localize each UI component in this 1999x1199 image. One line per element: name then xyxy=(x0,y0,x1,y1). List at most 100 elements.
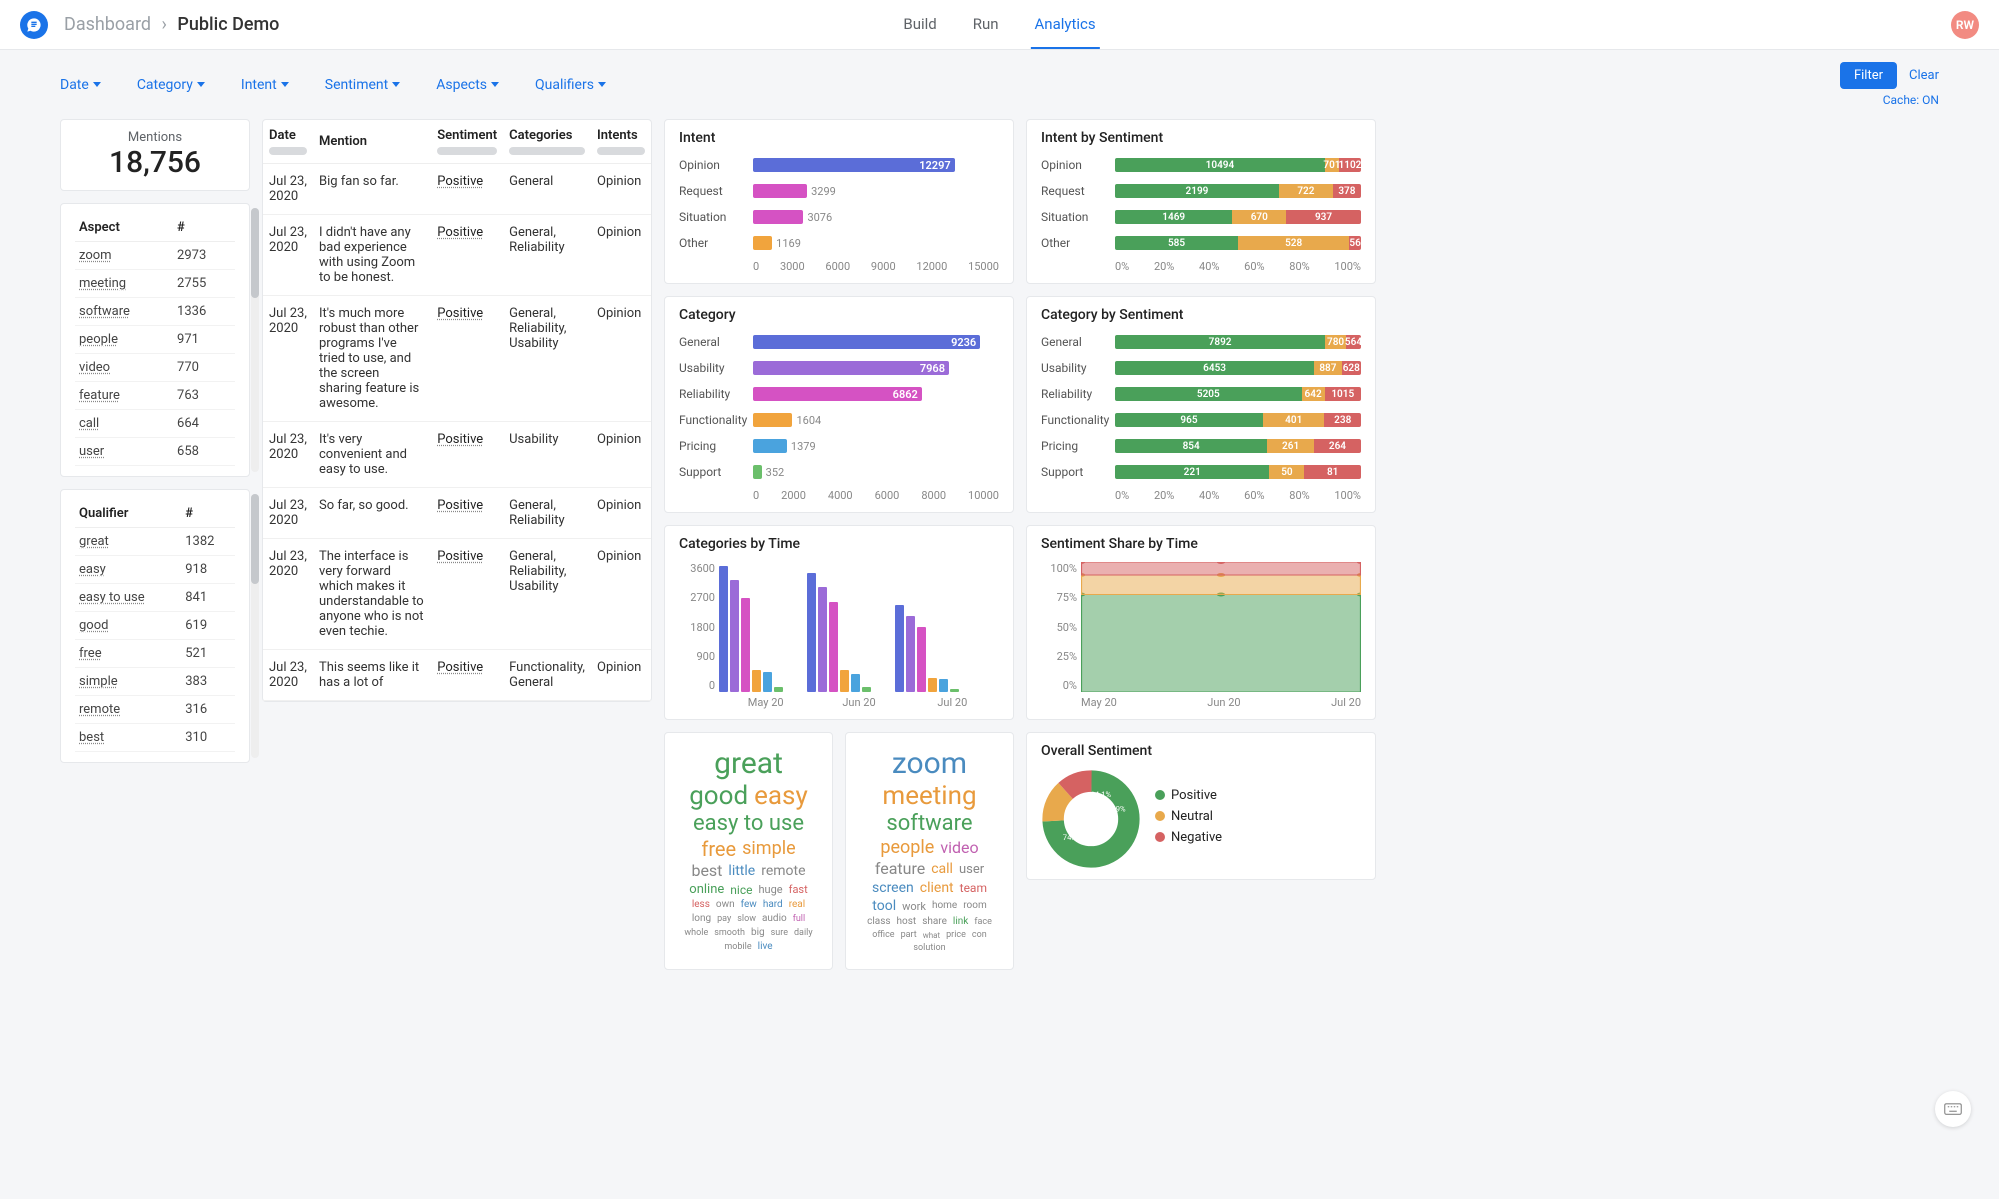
tab-run[interactable]: Run xyxy=(969,1,1003,49)
keyboard-shortcut-button[interactable] xyxy=(1935,1091,1971,1127)
wordcloud-word[interactable]: part xyxy=(901,931,917,940)
wordcloud-word[interactable]: face xyxy=(974,918,992,927)
wordcloud-word[interactable]: video xyxy=(940,840,978,856)
wordcloud-word[interactable]: screen xyxy=(872,881,914,895)
wordcloud-word[interactable]: mobile xyxy=(724,943,751,952)
table-row[interactable]: people971 xyxy=(75,326,235,354)
wordcloud-word[interactable]: user xyxy=(959,863,984,876)
table-row[interactable]: easy to use841 xyxy=(75,584,235,612)
table-row[interactable]: meeting2755 xyxy=(75,270,235,298)
wordcloud-word[interactable]: best xyxy=(691,863,722,879)
wordcloud-word[interactable]: real xyxy=(789,900,805,910)
col-sentiment[interactable]: Sentiment xyxy=(431,120,503,164)
wordcloud-word[interactable]: own xyxy=(716,900,735,910)
table-row[interactable]: Jul 23, 2020So far, so good.PositiveGene… xyxy=(263,488,651,539)
wordcloud-word[interactable]: simple xyxy=(742,840,795,858)
table-row[interactable]: feature763 xyxy=(75,382,235,410)
wordcloud-word[interactable]: client xyxy=(920,881,954,895)
wordcloud-word[interactable]: team xyxy=(960,882,987,894)
wordcloud-word[interactable]: what xyxy=(923,932,940,940)
wordcloud-word[interactable]: price xyxy=(946,931,966,940)
wordcloud-word[interactable]: audio xyxy=(762,914,787,924)
table-row[interactable]: free521 xyxy=(75,640,235,668)
table-row[interactable]: Jul 23, 2020I didn't have any bad experi… xyxy=(263,215,651,296)
wordcloud-word[interactable]: con xyxy=(972,931,987,940)
wordcloud-word[interactable]: class xyxy=(867,917,890,927)
wordcloud-word[interactable]: tool xyxy=(872,899,896,913)
wordcloud-word[interactable]: fast xyxy=(789,884,808,895)
wordcloud-word[interactable]: hard xyxy=(763,900,783,910)
wordcloud-word[interactable]: nice xyxy=(730,884,752,896)
avatar[interactable]: RW xyxy=(1951,11,1979,39)
wordcloud-word[interactable]: smooth xyxy=(714,929,745,938)
wordcloud-word[interactable]: easy to use xyxy=(693,813,804,835)
wordcloud-word[interactable]: little xyxy=(728,864,755,878)
wordcloud-word[interactable]: share xyxy=(922,917,947,927)
table-row[interactable]: video770 xyxy=(75,354,235,382)
table-row[interactable]: Jul 23, 2020This seems like it has a lot… xyxy=(263,650,651,701)
wordcloud-word[interactable]: sure xyxy=(771,929,788,938)
wordcloud-word[interactable]: solution xyxy=(913,944,945,953)
wordcloud-word[interactable]: home xyxy=(932,901,957,911)
wordcloud-word[interactable]: few xyxy=(741,900,757,910)
wordcloud-word[interactable]: call xyxy=(931,862,953,876)
wordcloud-word[interactable]: slow xyxy=(737,915,756,924)
wordcloud-word[interactable]: full xyxy=(793,915,805,924)
scrollbar[interactable] xyxy=(251,208,259,472)
wordcloud-word[interactable]: huge xyxy=(758,884,782,895)
table-row[interactable]: Jul 23, 2020It's much more robust than o… xyxy=(263,296,651,422)
wordcloud-word[interactable]: people xyxy=(880,839,934,857)
wordcloud-word[interactable]: whole xyxy=(684,929,708,938)
wordcloud-word[interactable]: work xyxy=(902,901,926,912)
table-row[interactable]: Jul 23, 2020It's very convenient and eas… xyxy=(263,422,651,488)
wordcloud-word[interactable]: host xyxy=(897,917,917,927)
table-row[interactable]: zoom2973 xyxy=(75,242,235,270)
col-categories[interactable]: Categories xyxy=(503,120,591,164)
wordcloud-word[interactable]: office xyxy=(872,931,894,940)
wordcloud-word[interactable]: long xyxy=(692,914,711,924)
wordcloud-word[interactable]: software xyxy=(886,813,972,835)
table-row[interactable]: software1336 xyxy=(75,298,235,326)
filter-qualifiers[interactable]: Qualifiers xyxy=(535,77,606,93)
table-row[interactable]: easy918 xyxy=(75,556,235,584)
wordcloud-word[interactable]: less xyxy=(692,900,710,910)
col-intents[interactable]: Intents xyxy=(591,120,651,164)
col-date[interactable]: Date xyxy=(263,120,313,164)
wordcloud-word[interactable]: good xyxy=(689,783,748,809)
table-row[interactable]: great1382 xyxy=(75,528,235,556)
wordcloud-word[interactable]: live xyxy=(758,942,773,952)
wordcloud-word[interactable]: easy xyxy=(754,783,808,809)
table-row[interactable]: user658 xyxy=(75,438,235,466)
wordcloud-word[interactable]: feature xyxy=(875,861,925,877)
table-row[interactable]: Jul 23, 2020Big fan so far.PositiveGener… xyxy=(263,164,651,215)
wordcloud-word[interactable]: free xyxy=(701,839,736,859)
filter-sentiment[interactable]: Sentiment xyxy=(325,77,400,93)
filter-date[interactable]: Date xyxy=(60,77,101,93)
wordcloud-word[interactable]: meeting xyxy=(882,783,976,809)
app-logo[interactable] xyxy=(20,11,48,39)
clear-button[interactable]: Clear xyxy=(1909,68,1939,83)
table-row[interactable]: best310 xyxy=(75,724,235,752)
wordcloud-word[interactable]: big xyxy=(751,928,765,938)
tab-analytics[interactable]: Analytics xyxy=(1031,1,1100,49)
wordcloud-word[interactable]: daily xyxy=(794,929,813,938)
wordcloud-word[interactable]: pay xyxy=(717,915,731,924)
table-row[interactable]: simple383 xyxy=(75,668,235,696)
table-row[interactable]: Jul 23, 2020The interface is very forwar… xyxy=(263,539,651,650)
filter-aspects[interactable]: Aspects xyxy=(436,77,499,93)
table-row[interactable]: remote316 xyxy=(75,696,235,724)
col-mention[interactable]: Mention xyxy=(313,120,431,164)
wordcloud-word[interactable]: online xyxy=(689,883,724,896)
filter-button[interactable]: Filter xyxy=(1840,62,1897,89)
wordcloud-word[interactable]: remote xyxy=(761,864,805,878)
table-row[interactable]: call664 xyxy=(75,410,235,438)
filter-intent[interactable]: Intent xyxy=(241,77,289,93)
scrollbar[interactable] xyxy=(251,494,259,758)
breadcrumb-root[interactable]: Dashboard xyxy=(64,14,151,35)
wordcloud-word[interactable]: zoom xyxy=(892,749,967,779)
wordcloud-word[interactable]: great xyxy=(714,749,783,779)
wordcloud-word[interactable]: room xyxy=(963,901,986,911)
tab-build[interactable]: Build xyxy=(899,1,940,49)
table-row[interactable]: good619 xyxy=(75,612,235,640)
wordcloud-word[interactable]: link xyxy=(953,917,968,927)
